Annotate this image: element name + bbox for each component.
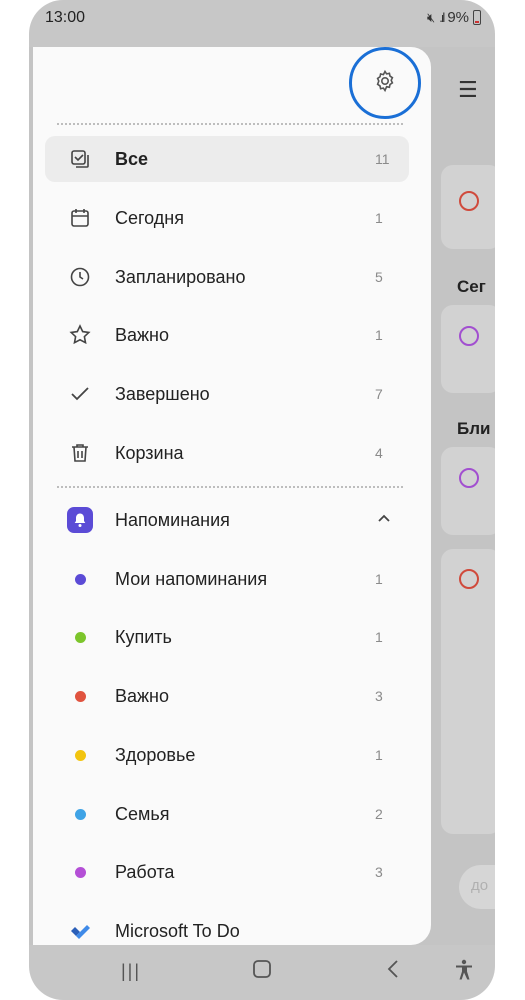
navigation-drawer: Все 11 Сегодня 1 Запланировано 5 Важно 1… <box>33 47 431 945</box>
list-label: Важно <box>115 685 170 706</box>
list-label: Завершено <box>115 383 210 404</box>
list-item-important-custom[interactable]: Важно 3 <box>45 673 409 719</box>
checkmark-icon <box>45 371 115 417</box>
list-item-completed[interactable]: Завершено 7 <box>45 371 409 417</box>
home-icon[interactable] <box>252 959 272 985</box>
list-count: 1 <box>375 571 383 587</box>
list-color-dot <box>45 556 115 602</box>
status-time: 13:00 <box>45 9 86 26</box>
list-color-dot <box>45 732 115 778</box>
list-item-trash[interactable]: Корзина 4 <box>45 430 409 476</box>
bell-icon <box>45 497 115 543</box>
signal-icon: .ıl <box>439 10 445 25</box>
hamburger-menu-icon[interactable]: ☰ <box>458 77 478 103</box>
system-nav-bar: ||| <box>29 945 495 1000</box>
bg-section-today: Сег <box>457 277 486 296</box>
status-icons: 🔇︎ .ıl 9% <box>427 9 481 26</box>
settings-gear-icon[interactable] <box>373 69 397 98</box>
microsoft-todo-icon <box>45 908 115 945</box>
list-item-scheduled[interactable]: Запланировано 5 <box>45 254 409 300</box>
list-count: 5 <box>375 269 383 285</box>
list-item-my-reminders[interactable]: Мои напоминания 1 <box>45 556 409 602</box>
list-label: Сегодня <box>115 207 184 228</box>
list-count: 4 <box>375 445 383 461</box>
list-count: 7 <box>375 386 383 402</box>
clock-icon <box>45 254 115 300</box>
list-color-dot <box>45 614 115 660</box>
battery-percent: 9% <box>447 9 469 26</box>
list-item-health[interactable]: Здоровье 1 <box>45 732 409 778</box>
bg-add-field: до <box>459 865 495 909</box>
list-count: 11 <box>375 151 390 167</box>
divider <box>57 486 403 488</box>
list-count: 1 <box>375 747 383 763</box>
task-circle-icon <box>459 326 479 346</box>
list-item-today[interactable]: Сегодня 1 <box>45 195 409 241</box>
list-label: Работа <box>115 861 175 882</box>
list-item-buy[interactable]: Купить 1 <box>45 614 409 660</box>
list-label: Семья <box>115 803 170 824</box>
all-tasks-icon <box>45 136 115 182</box>
recent-apps-icon[interactable]: ||| <box>121 961 141 982</box>
list-count: 1 <box>375 327 383 343</box>
settings-highlight-ring <box>349 47 421 119</box>
list-color-dot <box>45 673 115 719</box>
task-circle-icon <box>459 191 479 211</box>
list-count: 1 <box>375 629 383 645</box>
list-label: Запланировано <box>115 266 246 287</box>
list-label: Купить <box>115 626 172 647</box>
mute-icon: 🔇︎ <box>426 9 436 25</box>
bg-task-card <box>441 447 495 535</box>
list-count: 3 <box>375 688 383 704</box>
list-item-microsoft-todo[interactable]: Microsoft To Do <box>45 908 409 945</box>
reminders-group-header[interactable]: Напоминания <box>45 497 409 543</box>
star-icon <box>45 312 115 358</box>
task-circle-icon <box>459 468 479 488</box>
trash-icon <box>45 430 115 476</box>
list-label: Microsoft To Do <box>115 920 240 941</box>
bg-section-near: Бли <box>457 419 491 438</box>
group-label: Напоминания <box>115 509 230 530</box>
list-item-work[interactable]: Работа 3 <box>45 849 409 895</box>
list-color-dot <box>45 849 115 895</box>
list-count: 1 <box>375 210 383 226</box>
list-label: Мои напоминания <box>115 568 268 589</box>
bg-task-card <box>441 305 495 393</box>
bg-task-card <box>441 165 495 249</box>
divider <box>57 123 403 125</box>
list-label: Здоровье <box>115 744 196 765</box>
task-circle-icon <box>459 569 479 589</box>
list-item-all[interactable]: Все 11 <box>45 136 409 182</box>
chevron-up-icon[interactable] <box>375 510 409 531</box>
accessibility-icon[interactable] <box>454 959 474 987</box>
list-color-dot <box>45 791 115 837</box>
battery-icon <box>473 10 481 25</box>
list-item-family[interactable]: Семья 2 <box>45 791 409 837</box>
list-label: Корзина <box>115 442 184 463</box>
calendar-icon <box>45 195 115 241</box>
list-label: Важно <box>115 324 170 345</box>
back-icon[interactable] <box>386 959 400 985</box>
list-label: Все <box>115 148 149 169</box>
list-count: 3 <box>375 864 383 880</box>
status-bar: 13:00 🔇︎ .ıl 9% <box>29 0 495 38</box>
list-item-important[interactable]: Важно 1 <box>45 312 409 358</box>
phone-screen: 13:00 🔇︎ .ıl 9% ☰ Сег Бли до Все 11 Сего… <box>29 0 495 1000</box>
bg-task-card <box>441 549 495 834</box>
list-count: 2 <box>375 806 383 822</box>
bg-faded-text: до <box>471 877 489 894</box>
